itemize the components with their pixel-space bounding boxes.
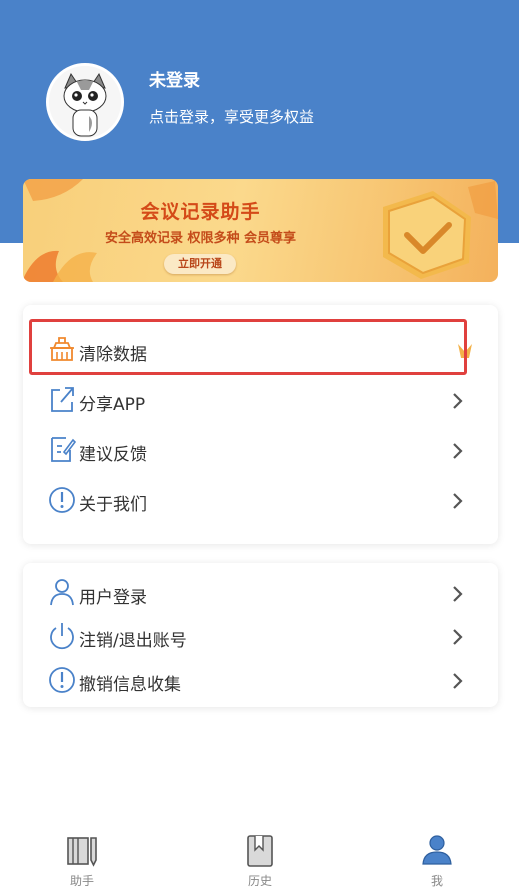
person-icon <box>422 835 452 865</box>
info-icon <box>49 667 75 693</box>
menu-item-label: 用户登录 <box>79 588 147 608</box>
banner-title: 会议记录助手 <box>140 201 261 223</box>
menu-item-label: 分享APP <box>79 395 146 415</box>
activate-now-button[interactable]: 立即开通 <box>164 254 236 274</box>
menu-item-user-login[interactable]: 用户登录 <box>23 573 498 617</box>
vip-banner[interactable]: 会议记录助手 安全高效记录 权限多种 会员尊享 立即开通 <box>23 179 498 282</box>
menu-item-label: 撤销信息收集 <box>79 675 181 695</box>
chevron-right-icon <box>453 443 463 459</box>
chevron-right-icon <box>453 673 463 689</box>
bookmark-book-icon <box>247 835 273 867</box>
banner-subtitle: 安全高效记录 权限多种 会员尊享 <box>104 231 297 246</box>
chevron-right-icon <box>453 629 463 645</box>
menu-item-logout-account[interactable]: 注销/退出账号 <box>23 616 498 660</box>
menu-item-feedback[interactable]: 建议反馈 <box>23 430 498 474</box>
clear-data-highlight <box>29 319 467 375</box>
tab-label: 助手 <box>69 874 94 888</box>
menu-item-about-us[interactable]: 关于我们 <box>23 480 498 524</box>
tab-label: 历史 <box>247 874 272 888</box>
account-card: 用户登录 注销/退出账号 撤销信息收集 <box>23 563 498 707</box>
bottom-tab-bar: 助手 历史 我 <box>0 826 519 890</box>
notebook-icon <box>67 837 97 867</box>
menu-item-revoke-collection[interactable]: 撤销信息收集 <box>23 660 498 704</box>
cat-avatar-icon <box>49 66 121 138</box>
menu-item-label: 建议反馈 <box>79 445 147 465</box>
menu-item-label: 注销/退出账号 <box>79 631 187 651</box>
feedback-icon <box>51 437 76 462</box>
user-icon <box>50 579 74 606</box>
login-status[interactable]: 未登录 <box>149 66 200 91</box>
share-icon <box>51 387 74 412</box>
chevron-right-icon <box>453 393 463 409</box>
avatar[interactable] <box>46 63 124 141</box>
tab-history[interactable]: 历史 <box>230 826 290 890</box>
tab-me[interactable]: 我 <box>407 826 467 890</box>
menu-item-share-app[interactable]: 分享APP <box>23 380 498 424</box>
chevron-right-icon <box>453 586 463 602</box>
tab-label: 我 <box>430 874 443 888</box>
login-prompt[interactable]: 点击登录，享受更多权益 <box>149 106 314 127</box>
tab-assistant[interactable]: 助手 <box>52 826 112 890</box>
info-icon <box>49 487 75 513</box>
chevron-right-icon <box>453 493 463 509</box>
menu-item-label: 关于我们 <box>79 495 147 515</box>
power-icon <box>50 623 74 650</box>
